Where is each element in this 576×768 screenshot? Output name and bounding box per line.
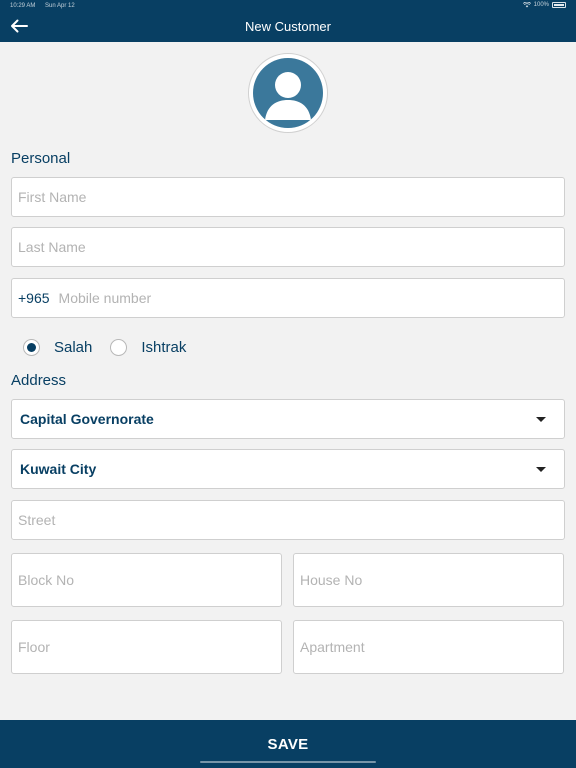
page-title: New Customer (245, 19, 331, 34)
status-time: 10:29 AM (10, 3, 36, 9)
block-no-field[interactable] (11, 553, 282, 607)
block-no-input[interactable] (18, 554, 281, 606)
floor-field[interactable] (11, 620, 282, 674)
customer-type-radio-group: Salah Ishtrak (23, 339, 204, 356)
city-value: Kuwait City (20, 461, 97, 477)
avatar-circle (253, 58, 323, 128)
city-select[interactable]: Kuwait City (11, 449, 565, 489)
country-code-prefix: +965 (18, 290, 50, 306)
radio-salah-circle[interactable] (23, 339, 40, 356)
street-field[interactable] (11, 500, 565, 540)
mobile-input[interactable] (58, 279, 564, 317)
mobile-field[interactable]: +965 (11, 278, 565, 318)
wifi-icon (522, 2, 531, 8)
apartment-input[interactable] (300, 621, 563, 673)
person-icon (265, 72, 311, 120)
radio-salah-label: Salah (54, 339, 93, 356)
avatar[interactable] (248, 53, 328, 133)
caret-down-icon (536, 466, 546, 472)
new-customer-screen: 10:29 AM Sun Apr 12 100% New Customer Pe… (0, 0, 576, 768)
first-name-field[interactable] (11, 177, 565, 217)
radio-ishtrak[interactable]: Ishtrak (110, 339, 186, 356)
governorate-value: Capital Governorate (20, 411, 154, 427)
personal-section-label: Personal (11, 150, 71, 167)
caret-down-icon (536, 416, 546, 422)
radio-ishtrak-circle[interactable] (110, 339, 128, 356)
battery-icon (552, 2, 566, 8)
status-date: Sun Apr 12 (45, 3, 75, 9)
house-no-input[interactable] (300, 554, 563, 606)
floor-input[interactable] (18, 621, 281, 673)
radio-salah[interactable]: Salah (23, 339, 92, 356)
last-name-field[interactable] (11, 227, 565, 267)
save-button-label: SAVE (267, 735, 309, 753)
header-bar: 10:29 AM Sun Apr 12 100% New Customer (0, 0, 576, 42)
address-section-label: Address (11, 372, 67, 389)
governorate-select[interactable]: Capital Governorate (11, 399, 565, 439)
radio-selected-dot (27, 343, 36, 352)
status-indicators: 100% (522, 2, 566, 8)
status-bar: 10:29 AM Sun Apr 12 100% (0, 0, 576, 13)
battery-percent: 100% (533, 2, 549, 8)
apartment-field[interactable] (293, 620, 564, 674)
street-input[interactable] (18, 501, 564, 539)
home-indicator (200, 761, 376, 763)
last-name-input[interactable] (18, 228, 564, 266)
house-no-field[interactable] (293, 553, 564, 607)
first-name-input[interactable] (18, 178, 564, 216)
radio-ishtrak-label: Ishtrak (141, 339, 187, 356)
